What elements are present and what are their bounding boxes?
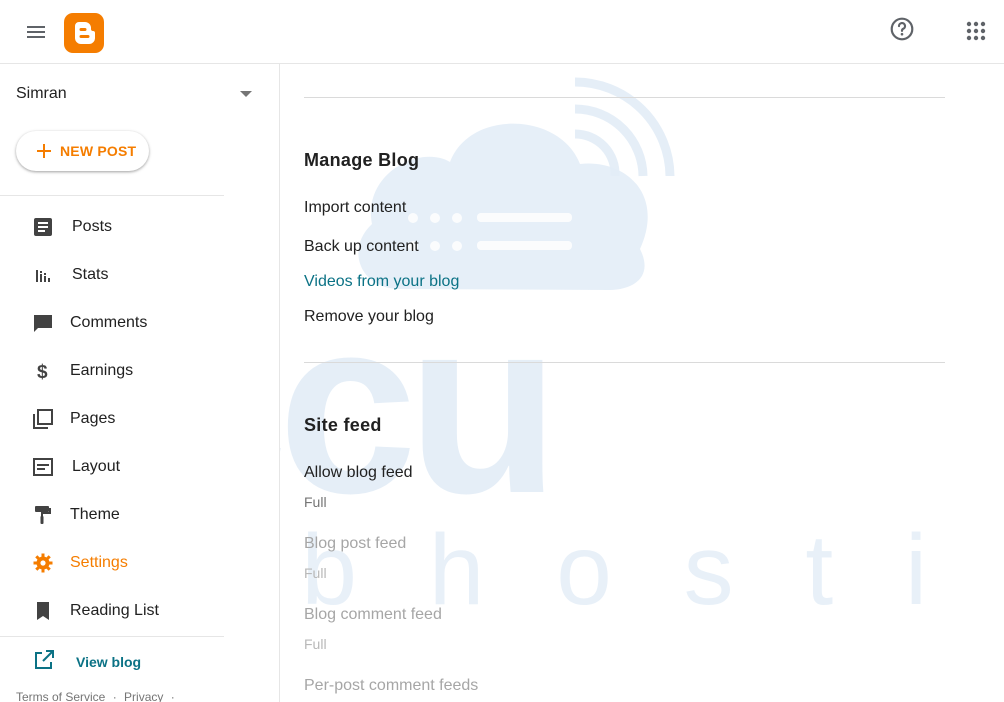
section-divider	[304, 97, 945, 98]
sidebar-item-label: Posts	[72, 218, 113, 235]
sidebar-item-theme[interactable]: Theme	[0, 493, 260, 537]
sidebar-item-label: Pages	[70, 410, 116, 427]
sidebar-item-comments[interactable]: Comments	[0, 301, 260, 345]
sidebar-item-earnings[interactable]: $ Earnings	[0, 349, 260, 393]
blog-selector[interactable]: Simran	[16, 82, 264, 108]
footer-links: Terms of Service · Privacy ·	[16, 690, 179, 702]
videos-from-blog-link[interactable]: Videos from your blog	[304, 273, 459, 291]
sidebar-item-layout[interactable]: Layout	[0, 445, 260, 489]
sidebar-item-posts[interactable]: Posts	[0, 205, 260, 249]
allow-blog-feed-value: Full	[304, 494, 327, 510]
section-divider	[304, 362, 945, 363]
bookmark-icon	[31, 599, 55, 623]
terms-link[interactable]: Terms of Service	[16, 690, 105, 702]
sidebar-item-settings[interactable]: Settings	[0, 541, 260, 585]
import-content-link[interactable]: Import content	[304, 199, 406, 217]
remove-blog-link[interactable]: Remove your blog	[304, 308, 434, 326]
footer-separator: ·	[112, 690, 117, 702]
sidebar-item-pages[interactable]: Pages	[0, 397, 260, 441]
apps-grid-icon[interactable]	[964, 19, 988, 43]
posts-icon	[31, 215, 55, 239]
sidebar-item-label: Comments	[70, 314, 148, 331]
pages-icon	[31, 407, 55, 431]
sidebar-item-label: Earnings	[70, 362, 134, 379]
settings-main: Manage Blog Import content Back up conte…	[281, 64, 1004, 702]
new-post-label: NEW POST	[60, 143, 137, 159]
footer-separator: ·	[170, 690, 175, 702]
paint-roller-icon	[31, 503, 55, 527]
sidebar-item-reading-list[interactable]: Reading List	[0, 589, 260, 633]
sidebar-item-label: Settings	[70, 554, 128, 571]
sidebar: Simran NEW POST Posts Stats Comments $ E…	[0, 64, 280, 702]
blog-name: Simran	[16, 85, 67, 102]
top-header	[0, 0, 1004, 64]
blogger-logo-icon[interactable]	[64, 13, 104, 53]
gear-icon	[31, 551, 55, 575]
svg-text:$: $	[37, 362, 48, 383]
layout-icon	[31, 455, 55, 479]
divider	[0, 636, 224, 637]
hamburger-menu-icon[interactable]	[24, 20, 48, 44]
plus-icon	[37, 144, 51, 158]
sidebar-item-label: Reading List	[70, 602, 159, 619]
allow-blog-feed-setting[interactable]: Allow blog feed	[304, 464, 413, 482]
blog-post-feed-value: Full	[304, 565, 327, 581]
manage-blog-title: Manage Blog	[304, 150, 420, 170]
blog-comment-feed-setting[interactable]: Blog comment feed	[304, 606, 442, 624]
stats-icon	[31, 263, 55, 287]
sidebar-item-label: Stats	[72, 266, 109, 283]
chevron-down-icon	[240, 91, 252, 97]
site-feed-title: Site feed	[304, 415, 382, 435]
back-up-content-link[interactable]: Back up content	[304, 238, 419, 256]
comments-icon	[31, 311, 55, 335]
view-blog-label: View blog	[76, 654, 142, 670]
per-post-comment-feeds-setting[interactable]: Per-post comment feeds	[304, 677, 478, 695]
dollar-icon: $	[31, 359, 55, 383]
sidebar-item-label: Layout	[72, 458, 121, 475]
sidebar-item-stats[interactable]: Stats	[0, 253, 260, 297]
open-in-new-icon	[32, 648, 56, 672]
sidebar-item-label: Theme	[70, 506, 120, 523]
divider	[0, 195, 224, 196]
help-icon[interactable]	[889, 16, 915, 42]
blog-post-feed-setting[interactable]: Blog post feed	[304, 535, 406, 553]
new-post-button[interactable]: NEW POST	[16, 131, 149, 171]
blog-comment-feed-value: Full	[304, 636, 327, 652]
view-blog-link[interactable]: View blog	[0, 638, 260, 682]
privacy-link[interactable]: Privacy	[124, 690, 163, 702]
